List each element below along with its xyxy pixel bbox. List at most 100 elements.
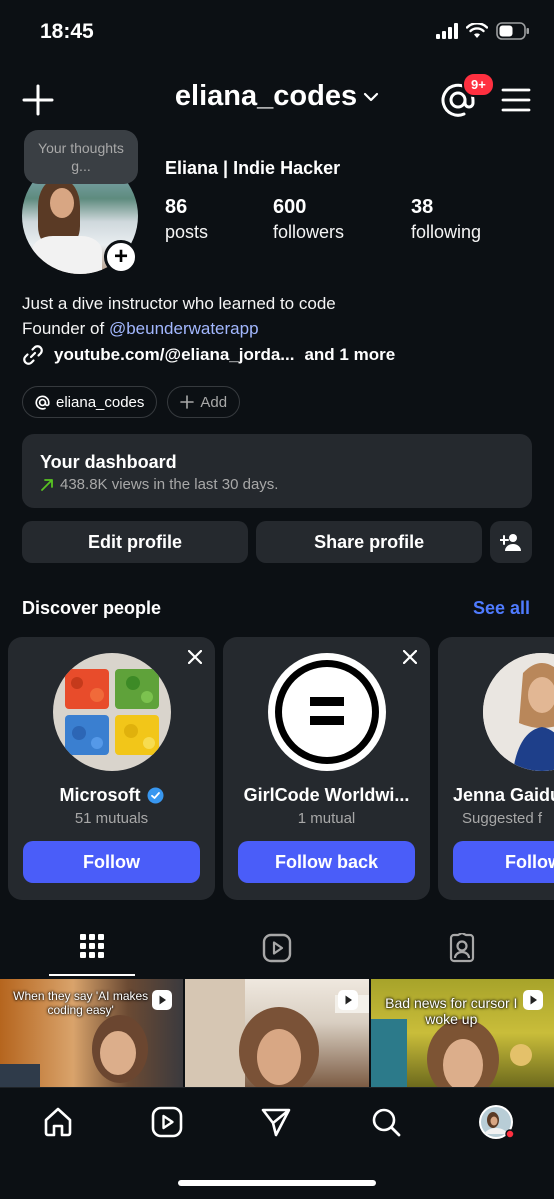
chevron-down-icon <box>363 92 379 101</box>
card-name: GirlCode Worldwi... <box>223 785 430 806</box>
follow-back-button[interactable]: Follow back <box>238 841 415 883</box>
stat-posts[interactable]: 86 posts <box>165 196 273 243</box>
girlcode-logo-icon <box>271 656 383 768</box>
reels-icon <box>151 1106 183 1138</box>
dashboard-views: 438.8K views in the last 30 days. <box>60 476 279 493</box>
suggestion-card[interactable]: GirlCode Worldwi... 1 mutual Follow back <box>223 637 430 900</box>
stat-label: following <box>411 222 482 242</box>
grid-icon <box>80 934 104 958</box>
dashboard-title: Your dashboard <box>40 452 177 472</box>
microsoft-logo-icon <box>65 669 159 755</box>
profile-links[interactable]: youtube.com/@eliana_jorda... and 1 more <box>22 344 395 366</box>
add-chip-label: Add <box>200 393 228 411</box>
stat-following[interactable]: 38 following <box>411 196 481 243</box>
content-tabs <box>0 920 554 978</box>
see-all-link[interactable]: See all <box>473 598 530 619</box>
dashboard-subtitle: 438.8K views in the last 30 days. <box>40 476 514 493</box>
discover-title: Discover people <box>22 598 162 618</box>
card-name: Jenna Gaidu <box>438 785 554 806</box>
bio-line: Just a dive instructor who learned to co… <box>22 294 336 313</box>
suggestion-card[interactable]: Jenna Gaidu Suggested f Follow b <box>438 637 554 900</box>
follow-button[interactable]: Follow <box>23 841 200 883</box>
reel-thumbnail[interactable]: Bad news for cursor I woke up <box>370 979 554 1087</box>
note-bubble[interactable]: Your thoughts g... <box>24 130 138 184</box>
tagged-person-icon <box>449 933 475 963</box>
link-text: youtube.com/@eliana_jorda... <box>54 345 295 364</box>
link-more: and 1 more <box>304 345 396 364</box>
profile-stats: 86 posts 600 followers 38 following <box>165 196 481 243</box>
bio-prefix: Founder of <box>22 319 109 338</box>
battery-icon <box>496 22 529 40</box>
card-subtitle: Suggested f <box>462 810 543 827</box>
stat-value: 600 <box>273 196 307 218</box>
profile-header: eliana_codes 9+ <box>0 72 554 128</box>
add-person-icon <box>500 534 522 551</box>
nav-reels[interactable] <box>149 1104 185 1140</box>
card-subtitle: 51 mutuals <box>74 810 149 827</box>
add-chip[interactable]: Add <box>167 386 241 418</box>
nav-profile[interactable] <box>478 1104 514 1140</box>
nav-home[interactable] <box>40 1104 76 1140</box>
profile-avatar-icon <box>479 1105 514 1139</box>
card-subtitle: 1 mutual <box>297 810 356 827</box>
card-name-text: Microsoft <box>59 785 141 805</box>
search-icon <box>372 1108 401 1137</box>
header-username: eliana_codes <box>174 80 358 112</box>
nav-messages[interactable] <box>258 1104 294 1140</box>
reels-icon <box>262 933 292 963</box>
status-time: 18:45 <box>40 20 94 43</box>
card-name: Microsoft <box>8 785 215 806</box>
wifi-icon <box>466 23 488 38</box>
professional-dashboard[interactable]: Your dashboard 438.8K views in the last … <box>22 434 532 508</box>
stat-label: posts <box>165 222 209 242</box>
menu-icon[interactable] <box>500 84 532 116</box>
discover-people-button[interactable] <box>490 521 532 563</box>
reel-thumbnail[interactable] <box>185 979 369 1087</box>
card-avatar <box>53 653 171 771</box>
bio-line: Founder of @beunderwaterapp <box>22 316 336 341</box>
threads-icon <box>35 395 50 410</box>
notification-badge: 9+ <box>462 72 495 97</box>
suggestion-card[interactable]: Microsoft 51 mutuals Follow <box>8 637 215 900</box>
thumbnail-caption: Bad news for cursor I woke up <box>385 995 518 1027</box>
home-icon <box>44 1107 72 1137</box>
status-bar: 18:45 <box>0 0 554 64</box>
close-icon[interactable] <box>403 650 417 664</box>
stat-followers[interactable]: 600 followers <box>273 196 411 243</box>
follow-button[interactable]: Follow b <box>453 841 554 883</box>
active-tab-indicator <box>49 974 135 976</box>
edit-profile-button[interactable]: Edit profile <box>22 521 249 563</box>
reel-thumbnail[interactable]: When they say 'AI makes coding easy' <box>0 979 184 1087</box>
suggested-accounts: Microsoft 51 mutuals Follow GirlCode Wor… <box>8 637 554 900</box>
profile-actions: Edit profile Share profile <box>22 521 532 563</box>
status-icons <box>436 22 530 40</box>
reel-badge-icon <box>522 990 543 1010</box>
bio-mention-link[interactable]: @beunderwaterapp <box>109 319 259 338</box>
tab-tagged[interactable] <box>370 920 554 976</box>
share-profile-button[interactable]: Share profile <box>256 521 483 563</box>
home-indicator <box>178 1180 376 1186</box>
send-icon <box>261 1108 291 1137</box>
person-photo-icon <box>483 653 554 771</box>
trend-up-icon <box>41 478 53 491</box>
close-icon[interactable] <box>188 650 202 664</box>
post-grid: When they say 'AI makes coding easy' Bad… <box>0 979 554 1087</box>
plus-icon <box>180 395 195 409</box>
add-story-icon[interactable]: + <box>104 240 138 274</box>
card-avatar <box>268 653 386 771</box>
reel-badge-icon <box>152 990 173 1010</box>
signal-icon <box>436 23 458 39</box>
card-avatar <box>483 653 554 771</box>
display-name: Eliana | Indie Hacker <box>165 158 341 178</box>
verified-badge-icon <box>147 787 163 804</box>
stat-value: 86 <box>165 196 188 218</box>
tab-reels[interactable] <box>185 920 369 976</box>
link-icon <box>23 345 43 365</box>
profile-chips: eliana_codes Add <box>22 386 241 418</box>
stat-label: followers <box>273 222 345 242</box>
thumbnail-caption: When they say 'AI makes coding easy' <box>13 989 149 1017</box>
tab-posts-grid[interactable] <box>0 920 184 976</box>
stat-value: 38 <box>411 196 434 218</box>
nav-search[interactable] <box>368 1104 404 1140</box>
threads-chip[interactable]: eliana_codes <box>22 386 158 418</box>
